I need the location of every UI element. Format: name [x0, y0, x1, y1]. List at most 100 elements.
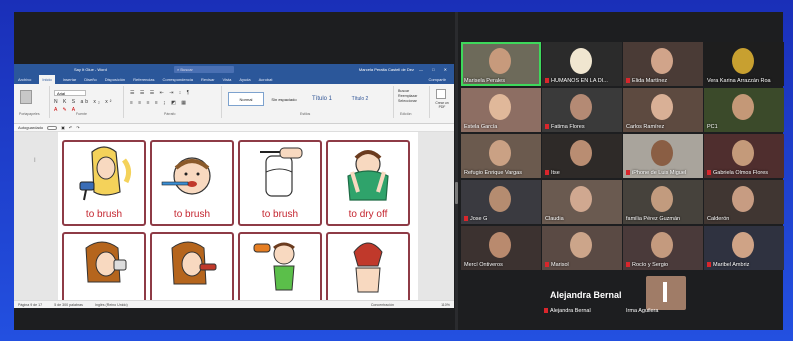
muted-mic-icon [545, 124, 549, 129]
focus-mode-button[interactable]: Concentración [371, 303, 394, 307]
participant-name: Itse [545, 170, 560, 176]
style-heading-2[interactable]: Título 2 [342, 92, 378, 106]
redo-icon[interactable]: ↷ [76, 125, 79, 130]
participant-tile[interactable]: Maribel Ambriz [704, 226, 784, 270]
hair-dryer-boy-icon [253, 242, 295, 291]
ribbon-tab[interactable]: Revisar [201, 77, 215, 82]
participant-tile[interactable]: Carlos Ramírez [623, 88, 703, 132]
ribbon-tab[interactable]: Diseño [84, 77, 96, 82]
participant-video [570, 186, 592, 212]
participant-video [732, 94, 754, 120]
ribbon-tab[interactable]: Ayuda [239, 77, 250, 82]
participant-name: familia Pérez Guzmán [626, 216, 681, 222]
ribbon-tab[interactable]: Insertar [63, 77, 77, 82]
participant-tile[interactable]: PC1 [704, 88, 784, 132]
participant-name: Fatima Flores [545, 124, 585, 130]
participant-name: Jose G [464, 216, 487, 222]
participant-name: Elida Martínez [626, 78, 667, 84]
font-color-buttons[interactable]: A ✎ A [54, 107, 77, 113]
muted-mic-icon [464, 216, 468, 221]
ribbon-tab[interactable]: Inicio [39, 75, 55, 84]
list-buttons[interactable]: ☰ ☰ ☰ ⇤ ⇥ ↕ ¶ [130, 90, 191, 96]
autosave-label: Autoguardado [18, 125, 44, 130]
muted-mic-icon [545, 262, 549, 267]
participant-tile[interactable]: iPhone de Luis Miguel [623, 134, 703, 178]
align-buttons[interactable]: ≡ ≡ ≡ ≡ ↨ ◩ ▦ [130, 100, 188, 106]
paste-icon[interactable] [20, 90, 32, 104]
ribbon-tab[interactable]: Disposición [105, 77, 125, 82]
ribbon-tab[interactable]: Acrobat [259, 77, 273, 82]
participant-tile[interactable]: Calderón [704, 180, 784, 224]
participant-tile[interactable]: Estela García [461, 88, 541, 132]
save-icon[interactable]: ▣ [61, 125, 65, 130]
participant-tile[interactable]: Refugio Enrique Vargas [461, 134, 541, 178]
participant-name: Gabriela Olmos Flores [707, 170, 768, 176]
participant-name: Marisol [545, 262, 569, 268]
create-pdf-button[interactable]: Crear un PDF [433, 101, 451, 109]
participant-video [570, 140, 592, 166]
bottom-name-1: Alejandra Bernal [544, 308, 591, 314]
share-button[interactable]: Compartir [428, 77, 446, 82]
autosave-toggle[interactable] [47, 125, 58, 130]
clipboard-group: Portapapeles [16, 86, 50, 118]
muted-mic-icon [626, 78, 630, 83]
participant-name: Maribel Ambriz [707, 262, 749, 268]
style-heading-1[interactable]: Título 1 [304, 92, 340, 106]
participant-video [489, 232, 511, 258]
pictogram-card [326, 232, 410, 308]
window-controls[interactable]: — □ ✕ [419, 67, 451, 72]
participant-name: Marisela Perales [464, 78, 505, 84]
muted-mic-icon [545, 170, 549, 175]
user-name[interactable]: Marcela Peralta Castell de Dez [359, 67, 414, 72]
participant-video [651, 48, 673, 74]
participant-tile[interactable]: HUMANOS EN LA DI... [542, 42, 622, 86]
document-page[interactable]: to brush to brush to brush to dry off [58, 132, 418, 308]
language: Inglés (Reino Unido) [94, 302, 128, 307]
search-box[interactable]: ⌕ Buscar [174, 66, 234, 73]
participant-tile[interactable]: Gabriela Olmos Flores [704, 134, 784, 178]
participant-tile[interactable]: Fatima Flores [542, 88, 622, 132]
towel-dry-icon [347, 150, 389, 201]
participant-tile[interactable]: familia Pérez Guzmán [623, 180, 703, 224]
participant-name: Refugio Enrique Vargas [464, 170, 522, 176]
split-handle[interactable] [455, 182, 458, 204]
font-name-field[interactable]: Arial [54, 90, 86, 96]
participant-tile[interactable]: Vera Karina Arrazzán Roa [704, 42, 784, 86]
font-format-buttons[interactable]: N K S ab x₂ x² [54, 99, 113, 105]
muted-mic-icon [707, 170, 711, 175]
participant-video [570, 232, 592, 258]
participant-name: HUMANOS EN LA DI... [545, 78, 608, 84]
card-label: to brush [173, 209, 211, 220]
participant-video [570, 48, 592, 74]
undo-icon[interactable]: ↶ [69, 125, 72, 130]
pictogram-card: to brush [238, 140, 322, 226]
style-normal[interactable]: Normal [228, 92, 264, 106]
participant-tile[interactable]: Marisol [542, 226, 622, 270]
self-video-thumbnail[interactable] [646, 276, 686, 310]
participant-tile[interactable]: Rocío y Sergio [623, 226, 703, 270]
document-title: Say It Glue - Word [74, 67, 107, 72]
split-divider[interactable] [455, 12, 458, 330]
ribbon-tabs: Archivo Inicio Insertar Diseño Disposición Re… [14, 75, 454, 84]
participant-video [489, 140, 511, 166]
participant-name: Claudia [545, 216, 564, 222]
participant-tile[interactable]: Jose G [461, 180, 541, 224]
pdf-icon[interactable] [436, 89, 446, 99]
participant-tile[interactable]: Elida Martínez [623, 42, 703, 86]
participant-tile[interactable]: Claudia [542, 180, 622, 224]
teeth-brush-hand-icon [260, 147, 303, 197]
select-button[interactable]: Seleccionar [398, 99, 417, 104]
muted-mic-icon [626, 170, 630, 175]
ribbon-tab[interactable]: Correspondencia [163, 77, 193, 82]
page-count: Página 9 de 17 [18, 302, 43, 307]
style-no-spacing[interactable]: Sin espaciado [266, 92, 302, 106]
zoom-level[interactable]: 110% [441, 303, 450, 307]
participant-tile[interactable]: Marisela Perales [461, 42, 541, 86]
participant-tile[interactable]: Itse [542, 134, 622, 178]
ribbon-tab[interactable]: Vista [223, 77, 232, 82]
participant-tile[interactable]: Mercí Ontiveros [461, 226, 541, 270]
pictogram-card [150, 232, 234, 308]
ribbon-tab[interactable]: Referencias [133, 77, 154, 82]
muted-mic-icon [544, 308, 548, 313]
ribbon-tab[interactable]: Archivo [18, 77, 31, 82]
